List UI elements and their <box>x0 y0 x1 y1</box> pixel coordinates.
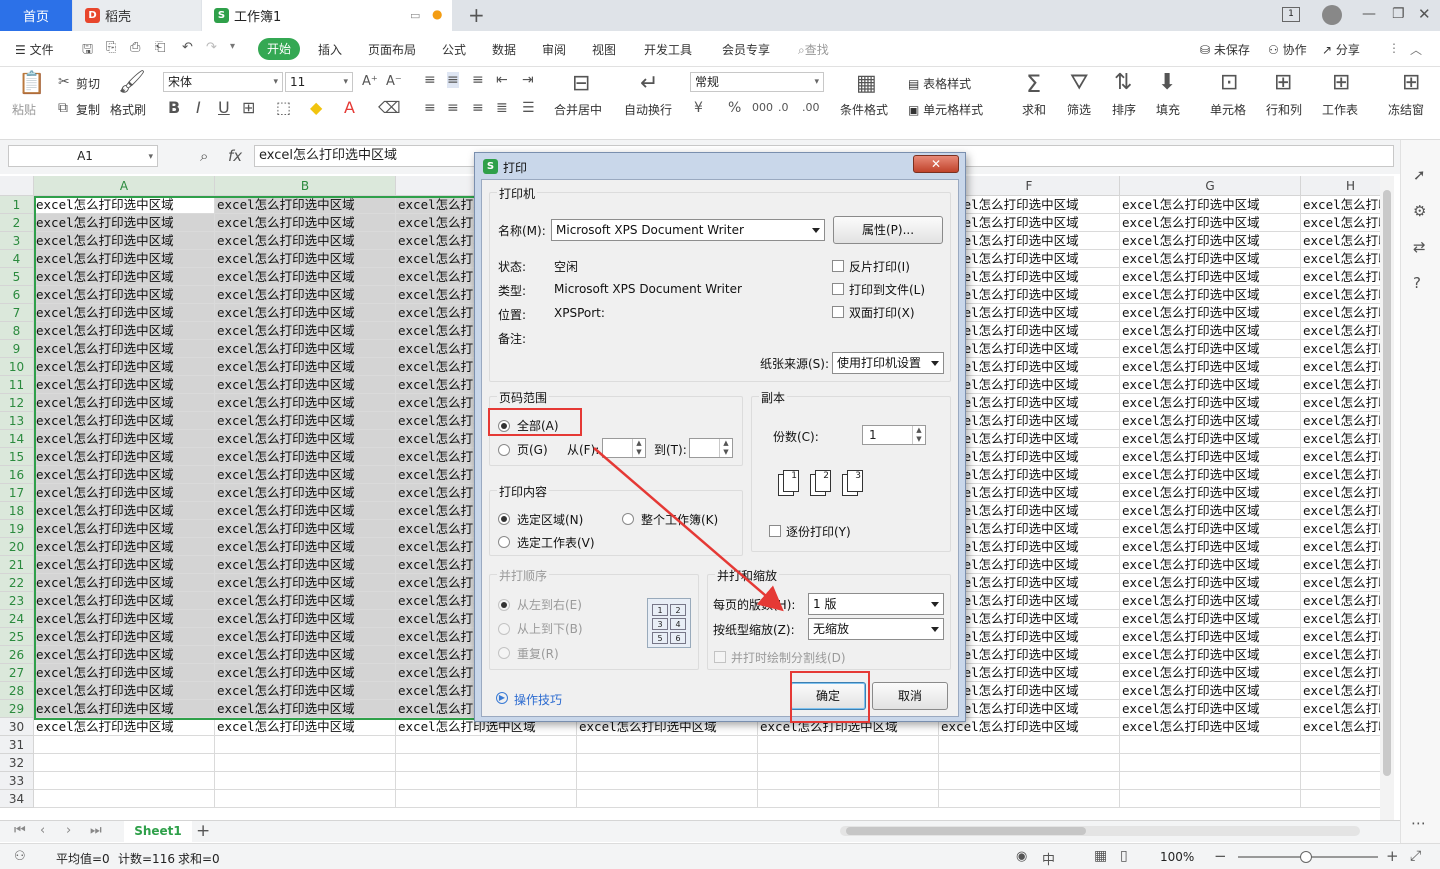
annotation-arrow <box>593 447 784 612</box>
